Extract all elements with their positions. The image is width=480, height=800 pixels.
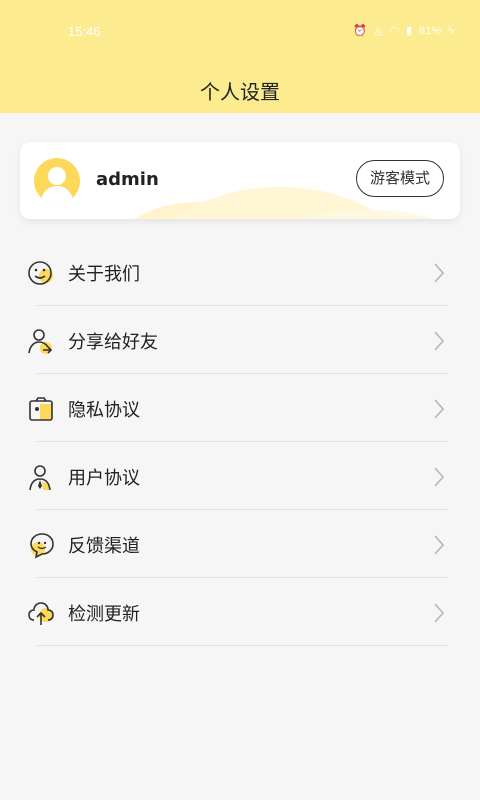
charging-icon: ϟ xyxy=(448,24,454,37)
chevron-right-icon xyxy=(434,399,445,419)
status-icons: ⏰ ◬ ◠ ▮ 81% ϟ xyxy=(353,24,454,38)
status-bar: 15:46 ⏰ ◬ ◠ ▮ 81% ϟ xyxy=(0,0,480,64)
menu-item-label: 检测更新 xyxy=(68,604,140,625)
menu-item-about-us[interactable]: 关于我们 xyxy=(0,238,480,306)
menu-item-privacy-policy[interactable]: 隐私协议 xyxy=(0,374,480,442)
guest-mode-button[interactable]: 游客模式 xyxy=(356,160,444,197)
notification-icon: ◬ xyxy=(374,25,383,37)
feedback-chat-icon xyxy=(30,533,54,559)
menu-item-user-agreement[interactable]: 用户协议 xyxy=(0,442,480,510)
camera-lock-icon xyxy=(29,397,53,421)
username: admin xyxy=(96,169,159,190)
battery-text: 81% xyxy=(419,24,442,37)
divider xyxy=(36,645,448,646)
menu-item-feedback[interactable]: 反馈渠道 xyxy=(0,510,480,578)
header-bar: 15:46 ⏰ ◬ ◠ ▮ 81% ϟ 个人设置 xyxy=(0,0,480,113)
wifi-icon: ◠ xyxy=(389,25,400,37)
chevron-right-icon xyxy=(434,263,445,283)
alarm-icon: ⏰ xyxy=(353,25,367,37)
menu-item-label: 分享给好友 xyxy=(68,332,158,353)
page-title: 个人设置 xyxy=(200,80,280,104)
menu-item-label: 隐私协议 xyxy=(68,400,140,421)
menu-item-label: 反馈渠道 xyxy=(68,536,140,557)
share-user-icon xyxy=(28,329,53,354)
status-time: 15:46 xyxy=(68,24,101,39)
menu-item-label: 关于我们 xyxy=(68,264,140,285)
chevron-right-icon xyxy=(434,603,445,623)
smiley-icon xyxy=(28,261,53,285)
cloud-upload-icon xyxy=(28,602,54,625)
profile-card: admin 游客模式 xyxy=(20,142,460,219)
signal-icon: ▮ xyxy=(406,25,413,37)
user-avatar-icon xyxy=(40,167,74,204)
chevron-right-icon xyxy=(434,467,445,487)
chevron-right-icon xyxy=(434,535,445,555)
menu-item-share-friends[interactable]: 分享给好友 xyxy=(0,306,480,374)
avatar[interactable] xyxy=(34,158,80,204)
menu-item-check-update[interactable]: 检测更新 xyxy=(0,578,480,646)
chevron-right-icon xyxy=(434,331,445,351)
settings-menu: 关于我们 分享给好友 隐私协议 用户协议 反馈渠道 检测更新 xyxy=(0,238,480,646)
person-tie-icon xyxy=(29,465,51,491)
menu-item-label: 用户协议 xyxy=(68,468,140,489)
